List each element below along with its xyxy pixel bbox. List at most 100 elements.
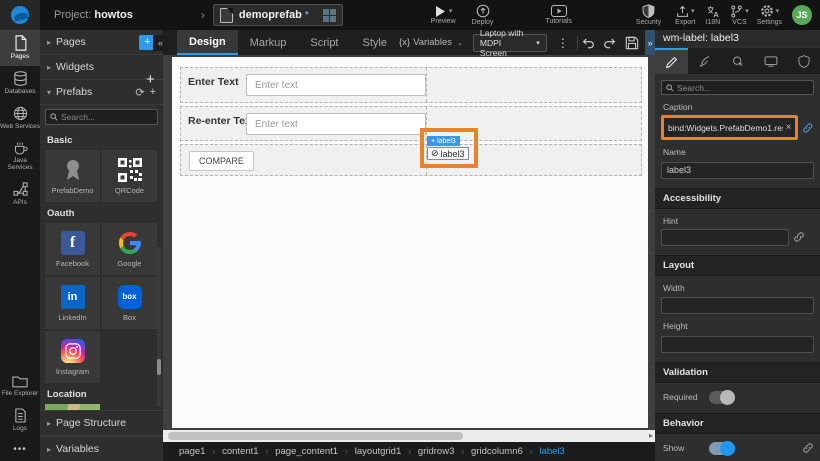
grid-row-3[interactable]: COMPARE <box>180 144 642 176</box>
prefab-search[interactable] <box>45 109 158 125</box>
preview-button[interactable]: ▾ Preview <box>431 6 456 25</box>
settings-button[interactable]: ▾ Settings <box>757 4 782 26</box>
canvas-add-icon[interactable]: + <box>146 71 155 88</box>
property-search[interactable] <box>661 80 814 95</box>
undo-button[interactable] <box>581 36 595 49</box>
prefab-tile-map[interactable] <box>45 404 100 410</box>
show-toggle[interactable] <box>709 442 735 455</box>
vcs-button[interactable]: ▾ VCS <box>730 5 749 26</box>
tutorials-button[interactable]: Tutorials <box>545 5 572 25</box>
caption-input[interactable] <box>668 123 783 133</box>
rail-item-web-services[interactable]: Web Services <box>0 101 40 136</box>
device-selector[interactable]: Laptop with MDPI Screen ▾ <box>473 34 547 52</box>
user-avatar[interactable]: JS <box>792 5 812 25</box>
required-toggle[interactable] <box>709 391 735 404</box>
breadcrumb-gridrow3[interactable]: gridrow3 <box>418 446 454 457</box>
rail-item-databases[interactable]: Databases <box>0 66 40 101</box>
accordion-page-structure[interactable]: ▸ Page Structure <box>40 411 163 436</box>
tab-properties[interactable] <box>655 48 688 74</box>
refresh-icon[interactable]: ⟳ <box>135 86 144 99</box>
text-input-1[interactable] <box>246 74 426 96</box>
deploy-button[interactable]: Deploy <box>472 4 494 26</box>
height-input[interactable] <box>661 336 814 353</box>
label3-widget[interactable]: ⊘ label3 <box>427 147 469 160</box>
design-canvas[interactable]: Enter Text Re-enter Text COMPARE <box>172 57 648 428</box>
rail-item-apis[interactable]: APIs <box>0 177 40 212</box>
qrcode-icon <box>118 158 142 182</box>
bind-link-icon[interactable] <box>793 231 805 243</box>
prefab-tile-linkedin[interactable]: in LinkedIn <box>45 277 100 329</box>
bind-link-icon[interactable] <box>802 442 814 454</box>
rail-item-logs[interactable]: Logs <box>0 403 40 438</box>
compare-button[interactable]: COMPARE <box>189 151 254 171</box>
scroll-right-icon[interactable]: ▸ <box>649 431 653 440</box>
variables-menu[interactable]: {x} Variables ⌄ <box>399 37 463 48</box>
save-button[interactable] <box>625 36 639 50</box>
expand-canvas-button[interactable]: » <box>645 30 655 55</box>
breadcrumb-page-content1[interactable]: page_content1 <box>275 446 338 457</box>
rail-item-file-explorer[interactable]: File Explorer <box>0 370 40 403</box>
collapse-panel-button[interactable]: « <box>153 35 168 51</box>
security-button[interactable]: Security <box>636 4 661 26</box>
tab-script[interactable]: Script <box>298 30 350 55</box>
tab-markup[interactable]: Markup <box>238 30 299 55</box>
name-input[interactable] <box>661 162 814 179</box>
chevron-down-icon: ▾ <box>691 7 695 15</box>
accordion-pages[interactable]: ▸ Pages + <box>40 30 163 55</box>
tab-device[interactable] <box>754 48 787 74</box>
breadcrumb-page1[interactable]: page1 <box>179 446 205 457</box>
clear-bind-icon[interactable]: × <box>786 122 792 133</box>
bind-link-icon[interactable] <box>802 122 814 134</box>
redo-button[interactable] <box>603 36 617 49</box>
hint-input[interactable] <box>661 229 789 246</box>
width-input[interactable] <box>661 297 814 314</box>
property-search-input[interactable] <box>677 83 809 93</box>
style-brush-icon <box>698 55 712 68</box>
rail-item-pages[interactable]: Pages <box>0 30 40 66</box>
app-grid-icon[interactable] <box>323 9 336 22</box>
prefab-tile-facebook[interactable]: f Facebook <box>45 223 100 275</box>
export-button[interactable]: ▾ Export <box>675 5 695 26</box>
breadcrumb-layoutgrid1[interactable]: layoutgrid1 <box>355 446 401 457</box>
layout-section[interactable]: Layout <box>655 255 820 276</box>
breadcrumb-gridcolumn6[interactable]: gridcolumn6 <box>471 446 523 457</box>
tab-design[interactable]: Design <box>177 30 238 55</box>
tab-styles[interactable] <box>688 48 721 74</box>
text-input-2[interactable] <box>246 113 426 135</box>
more-options-icon[interactable]: ⋮ <box>557 36 569 50</box>
prefab-tile-google[interactable]: Google <box>102 223 157 275</box>
accordion-variables[interactable]: ▸ Variables <box>40 436 163 461</box>
rail-more-button[interactable]: ••• <box>0 438 40 461</box>
award-icon <box>62 158 84 182</box>
prefab-tile-prefabdemo[interactable]: PrefabDemo <box>45 150 100 202</box>
prefab-tile-qrcode[interactable]: QRCode <box>102 150 157 202</box>
prefab-tile-instagram[interactable]: Instagram <box>45 331 100 383</box>
left-panel: ▸ Pages + ▸ Widgets ▾ Prefabs ⟳ + Basic <box>40 30 163 461</box>
scrollbar-thumb[interactable] <box>168 432 463 440</box>
accessibility-section[interactable]: Accessibility <box>655 188 820 209</box>
widget-drag-handle[interactable]: + label3 <box>427 136 460 146</box>
prefab-search-input[interactable] <box>61 112 153 122</box>
horizontal-scrollbar[interactable]: ▸ <box>163 430 655 442</box>
grid-row-2[interactable]: Re-enter Text <box>180 106 642 141</box>
tab-security[interactable] <box>787 48 820 74</box>
grid-row-1[interactable]: Enter Text <box>180 67 642 103</box>
behavior-section[interactable]: Behavior <box>655 413 820 434</box>
tab-events[interactable] <box>721 48 754 74</box>
breadcrumb-content1[interactable]: content1 <box>222 446 258 457</box>
panel-scrollbar[interactable] <box>157 247 161 407</box>
tab-style[interactable]: Style <box>351 30 399 55</box>
accordion-prefabs[interactable]: ▾ Prefabs ⟳ + <box>40 80 163 105</box>
accordion-widgets[interactable]: ▸ Widgets <box>40 55 163 80</box>
wavemaker-logo[interactable] <box>0 0 40 30</box>
breadcrumb-label3[interactable]: label3 <box>539 446 564 457</box>
i18n-button[interactable]: A I18N <box>705 5 720 26</box>
validation-section[interactable]: Validation <box>655 362 820 383</box>
unsaved-indicator: * <box>305 10 309 21</box>
widget-selection-highlight[interactable]: + label3 ⊘ label3 <box>420 128 478 168</box>
variables-icon: {x} <box>399 37 410 48</box>
rail-item-java-services[interactable]: Java Services <box>0 136 40 177</box>
prefab-tile-box[interactable]: box Box <box>102 277 157 329</box>
app-selector[interactable]: demoprefab * <box>213 4 343 26</box>
facebook-icon: f <box>61 231 85 255</box>
